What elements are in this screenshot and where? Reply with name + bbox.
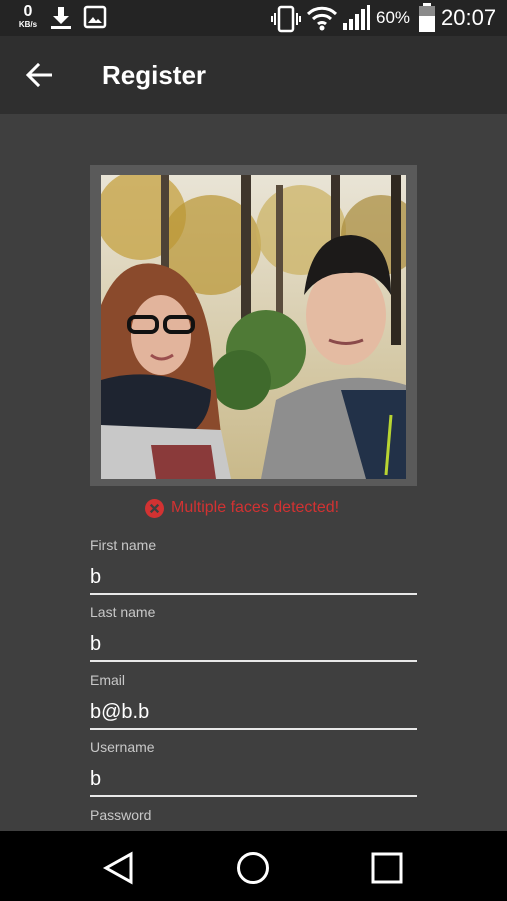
system-nav-bar <box>0 831 507 901</box>
clock: 20:07 <box>441 5 497 30</box>
network-speed: 0 KB/s <box>14 4 42 29</box>
username-field: Username <box>90 739 417 797</box>
network-speed-unit: KB/s <box>18 20 38 29</box>
error-circle-icon <box>145 498 164 518</box>
last-name-input[interactable] <box>90 633 417 662</box>
password-field: Password <box>90 807 417 823</box>
error-message: Multiple faces detected! <box>171 499 340 516</box>
first-name-field: First name <box>90 537 417 595</box>
app-bar: Register <box>0 36 507 114</box>
photo-preview[interactable] <box>101 175 406 479</box>
battery-percent: 60% <box>376 8 411 27</box>
username-label: Username <box>90 739 155 755</box>
recents-square-icon[interactable] <box>367 848 407 888</box>
wifi-icon <box>306 6 338 31</box>
image-icon <box>83 5 107 29</box>
first-name-label: First name <box>90 537 157 553</box>
email-input[interactable] <box>90 701 417 730</box>
network-speed-value: 0 <box>23 3 33 20</box>
password-label: Password <box>90 807 152 823</box>
email-label: Email <box>90 672 126 688</box>
page-title: Register <box>102 60 207 90</box>
last-name-label: Last name <box>90 604 156 620</box>
signal-icon <box>343 5 370 30</box>
photo-frame[interactable] <box>90 165 417 486</box>
last-name-field: Last name <box>90 604 417 662</box>
vibrate-icon <box>271 5 301 33</box>
first-name-input[interactable] <box>90 566 417 595</box>
status-bar: 0 KB/s 60% 20:07 <box>0 0 507 36</box>
arrow-left-icon[interactable] <box>22 58 56 92</box>
face-detection-error: Multiple faces detected! <box>145 496 339 520</box>
download-icon <box>51 7 71 29</box>
back-triangle-icon[interactable] <box>99 848 139 888</box>
username-input[interactable] <box>90 768 417 797</box>
home-circle-icon[interactable] <box>233 848 273 888</box>
email-field: Email <box>90 672 417 730</box>
battery-icon <box>419 3 435 32</box>
